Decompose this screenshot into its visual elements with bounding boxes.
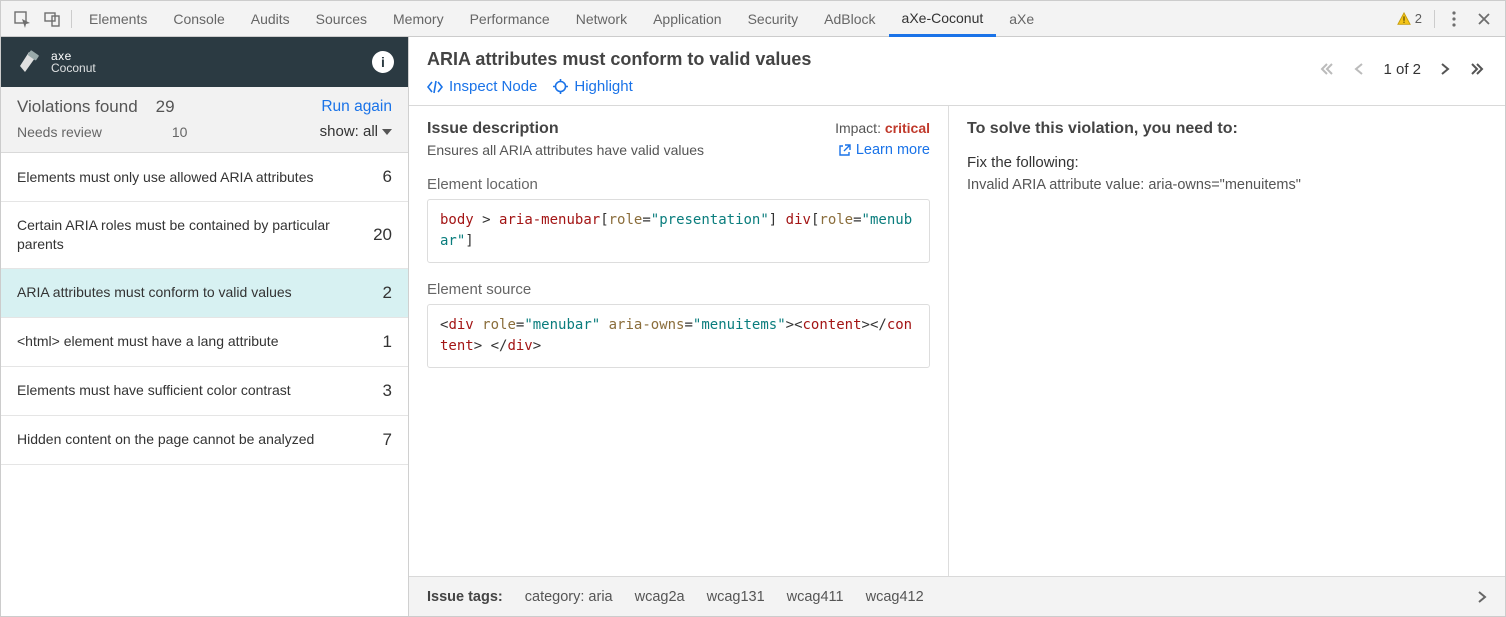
- pager-text: 1 of 2: [1383, 61, 1421, 78]
- tab-performance[interactable]: Performance: [457, 1, 563, 37]
- issue-tag[interactable]: wcag131: [707, 589, 765, 605]
- element-location-code[interactable]: body > aria-menubar[role="presentation"]…: [427, 199, 930, 263]
- separator: [1434, 10, 1435, 28]
- show-filter-dropdown[interactable]: show: all: [320, 123, 392, 140]
- issue-tags-label: Issue tags:: [427, 589, 503, 605]
- issue-tag[interactable]: wcag2a: [635, 589, 685, 605]
- impact-value: critical: [885, 120, 930, 136]
- violation-title: Hidden content on the page cannot be ana…: [17, 430, 314, 449]
- violation-title: Elements must only use allowed ARIA attr…: [17, 168, 313, 187]
- tab-sources[interactable]: Sources: [303, 1, 380, 37]
- close-devtools-icon[interactable]: [1469, 1, 1499, 37]
- tab-elements[interactable]: Elements: [76, 1, 160, 37]
- kebab-menu-icon[interactable]: [1439, 1, 1469, 37]
- violation-count: 1: [383, 332, 392, 352]
- violations-label: Violations found: [17, 97, 138, 117]
- fix-item: Invalid ARIA attribute value: aria-owns=…: [967, 177, 1487, 193]
- inspect-node-label: Inspect Node: [449, 78, 537, 95]
- violation-item[interactable]: Hidden content on the page cannot be ana…: [1, 416, 408, 465]
- issue-description-heading: Issue description: [427, 120, 704, 138]
- detail-pager: 1 of 2: [1317, 49, 1487, 79]
- detail-title: ARIA attributes must conform to valid va…: [427, 49, 811, 70]
- needs-review-label: Needs review: [17, 124, 102, 140]
- violation-item[interactable]: Elements must have sufficient color cont…: [1, 367, 408, 416]
- violation-count: 20: [373, 225, 392, 245]
- inspect-element-icon[interactable]: [7, 1, 37, 37]
- issue-tag[interactable]: category: aria: [525, 589, 613, 605]
- detail-header: ARIA attributes must conform to valid va…: [409, 37, 1505, 106]
- solution-column: To solve this violation, you need to: Fi…: [949, 106, 1505, 576]
- warning-count: 2: [1415, 11, 1422, 26]
- element-source-code[interactable]: <div role="menubar" aria-owns="menuitems…: [427, 304, 930, 368]
- violation-title: <html> element must have a lang attribut…: [17, 332, 278, 351]
- tab-network[interactable]: Network: [563, 1, 640, 37]
- devtools-tab-bar: Elements Console Audits Sources Memory P…: [1, 1, 1505, 37]
- tags-more-button[interactable]: [1477, 590, 1487, 604]
- prev-page-button[interactable]: [1349, 59, 1369, 79]
- tab-application[interactable]: Application: [640, 1, 735, 37]
- sidebar: axe Coconut i Violations found 29 Run ag…: [1, 37, 409, 616]
- info-icon[interactable]: i: [372, 51, 394, 73]
- solution-heading: To solve this violation, you need to:: [967, 120, 1487, 138]
- brand-sub: Coconut: [51, 62, 96, 74]
- impact-label: Impact:: [835, 120, 881, 136]
- violation-count: 6: [383, 167, 392, 187]
- tab-axe[interactable]: aXe: [996, 1, 1047, 37]
- external-link-icon: [838, 144, 851, 157]
- next-page-button[interactable]: [1435, 59, 1455, 79]
- code-icon: [427, 80, 443, 94]
- issue-tag[interactable]: wcag412: [866, 589, 924, 605]
- run-again-link[interactable]: Run again: [321, 98, 392, 116]
- violation-title: ARIA attributes must conform to valid va…: [17, 283, 292, 302]
- issue-tag[interactable]: wcag411: [787, 589, 844, 605]
- show-filter-label: show: all: [320, 123, 378, 140]
- tab-adblock[interactable]: AdBlock: [811, 1, 888, 37]
- first-page-button[interactable]: [1317, 59, 1337, 79]
- violation-title: Certain ARIA roles must be contained by …: [17, 216, 337, 254]
- tab-security[interactable]: Security: [735, 1, 812, 37]
- highlight-label: Highlight: [574, 78, 632, 95]
- tab-axe-coconut[interactable]: aXe-Coconut: [889, 1, 997, 37]
- tab-console[interactable]: Console: [160, 1, 237, 37]
- sidebar-summary: Violations found 29 Run again Needs revi…: [1, 87, 408, 153]
- highlight-link[interactable]: Highlight: [553, 78, 632, 95]
- learn-more-link[interactable]: Learn more: [835, 142, 930, 158]
- violations-list: Elements must only use allowed ARIA attr…: [1, 153, 408, 616]
- chevron-down-icon: [382, 129, 392, 135]
- learn-more-label: Learn more: [856, 142, 930, 158]
- tab-memory[interactable]: Memory: [380, 1, 457, 37]
- issue-tags-bar: Issue tags: category: aria wcag2a wcag13…: [409, 576, 1505, 616]
- violations-count: 29: [156, 97, 175, 117]
- element-location-label: Element location: [427, 176, 930, 193]
- violation-item[interactable]: <html> element must have a lang attribut…: [1, 318, 408, 367]
- violation-item[interactable]: ARIA attributes must conform to valid va…: [1, 269, 408, 318]
- issue-description-text: Ensures all ARIA attributes have valid v…: [427, 142, 704, 158]
- axe-logo: axe Coconut: [15, 48, 96, 76]
- crosshair-icon: [553, 79, 568, 94]
- needs-review-count: 10: [172, 124, 188, 140]
- last-page-button[interactable]: [1467, 59, 1487, 79]
- violation-item[interactable]: Certain ARIA roles must be contained by …: [1, 202, 408, 269]
- issue-description-column: Issue description Ensures all ARIA attri…: [409, 106, 949, 576]
- fix-following-label: Fix the following:: [967, 154, 1487, 171]
- tab-audits[interactable]: Audits: [238, 1, 303, 37]
- inspect-node-link[interactable]: Inspect Node: [427, 78, 537, 95]
- violation-item[interactable]: Elements must only use allowed ARIA attr…: [1, 153, 408, 202]
- sidebar-header: axe Coconut i: [1, 37, 408, 87]
- device-toggle-icon[interactable]: [37, 1, 67, 37]
- separator: [71, 10, 72, 28]
- violation-title: Elements must have sufficient color cont…: [17, 381, 291, 400]
- element-source-label: Element source: [427, 281, 930, 298]
- violation-count: 3: [383, 381, 392, 401]
- warning-badge[interactable]: 2: [1389, 11, 1430, 26]
- violation-count: 2: [383, 283, 392, 303]
- detail-pane: ARIA attributes must conform to valid va…: [409, 37, 1505, 616]
- violation-count: 7: [383, 430, 392, 450]
